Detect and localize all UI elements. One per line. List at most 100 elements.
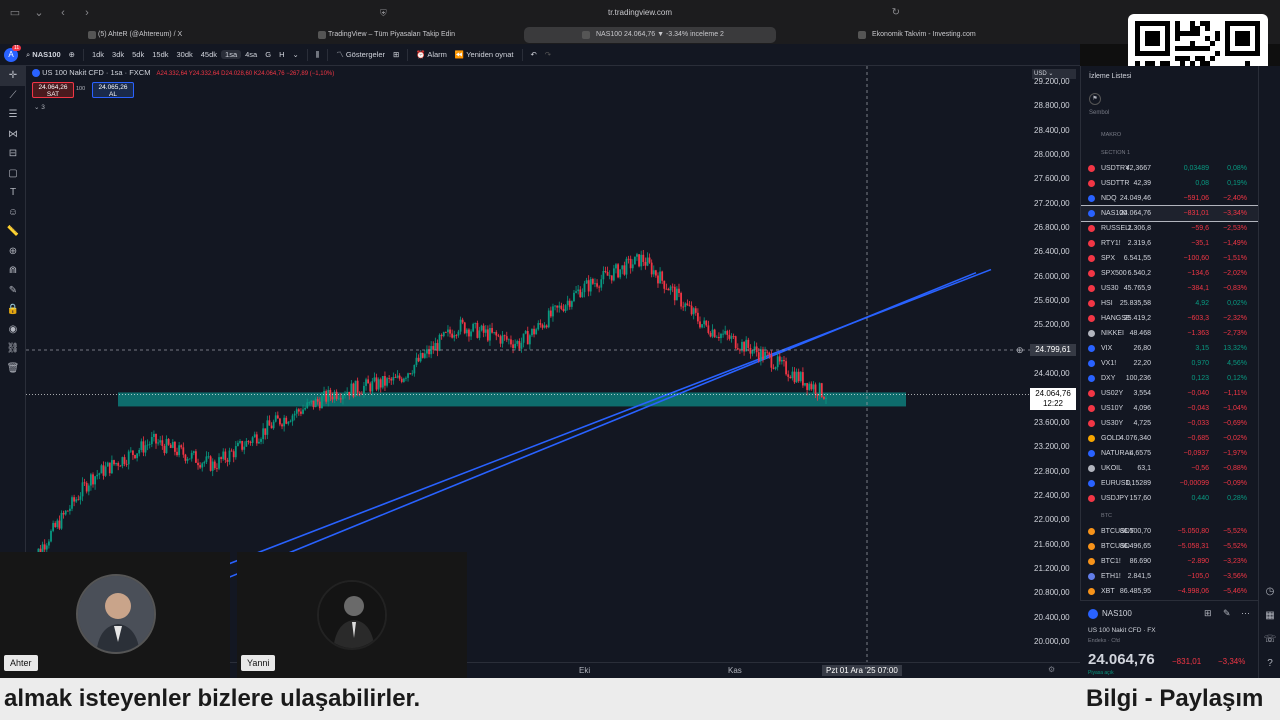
watchlist-row-nikkei[interactable]: NIKKEI 48.468 −1.363 −2,73% [1081, 326, 1259, 341]
trendline-icon[interactable]: ⟋ [0, 86, 26, 106]
section-btc[interactable]: BTC [1101, 513, 1112, 519]
link-icon[interactable]: ⛓ [0, 339, 26, 359]
watchlist-row-us30[interactable]: US30 45.765,9 −384,1 −0,83% [1081, 281, 1259, 296]
participant-name: Yanni [241, 655, 276, 671]
templates-button[interactable]: ⊞ [389, 50, 403, 59]
watchlist-row-dxy[interactable]: DXY 100,236 0,123 0,12% [1081, 371, 1259, 386]
reload-icon[interactable]: ↻ [892, 5, 900, 21]
watchlist-row-hangse[interactable]: HANGSE 25.419,2 −603,3 −2,32% [1081, 311, 1259, 326]
watchlist-row-eurusd[interactable]: EURUSD 1,15289 −0,00099 −0,09% [1081, 476, 1259, 491]
calendar-icon[interactable]: ▦ [1259, 604, 1280, 628]
symbol-search[interactable]: ⌕ NAS100 [22, 50, 65, 60]
sidebar-toggle-icon[interactable]: ▭ [6, 6, 24, 20]
interval-30dk[interactable]: 30dk [173, 50, 197, 59]
interval-1sa[interactable]: 1sa [221, 50, 242, 59]
alarm-button[interactable]: ⏰ Alarm [412, 50, 451, 59]
watchlist-row-russell[interactable]: RUSSELL 2.306,8 −59,6 −2,53% [1081, 221, 1259, 236]
grid-icon[interactable]: ⊞ [1204, 608, 1212, 619]
watchlist-row-us10y[interactable]: US10Y 4,096 −0,043 −1,04% [1081, 401, 1259, 416]
fib-icon[interactable]: ☰ [0, 105, 26, 125]
tab-nas100[interactable]: NAS100 24.064,76 ▼ -3.34% inceleme 2 [524, 27, 776, 43]
chat-icon[interactable]: ☏ [1259, 628, 1280, 652]
text-icon[interactable]: T [0, 183, 26, 203]
watchlist-row-us30y[interactable]: US30Y 4,725 −0,033 −0,69% [1081, 416, 1259, 431]
candle-body [543, 325, 546, 328]
zoom-icon[interactable]: ⊕ [0, 242, 26, 262]
watchlist-row-xbt[interactable]: XBT 86.485,95 −4.998,06 −5,46% [1081, 584, 1259, 599]
watchlist-row-usdjpy[interactable]: USDJPY 157,60 0,440 0,28% [1081, 491, 1259, 506]
watchlist-row-btcusdt[interactable]: BTCUSDT 86.500,70 −5.050,80 −5,52% [1081, 524, 1259, 539]
more-icon[interactable]: ⋯ [1241, 608, 1250, 619]
tab-investing[interactable]: Ekonomik Takvim - Investing.com [790, 27, 1030, 43]
watchlist-row-natural[interactable]: NATURAL 4,6575 −0,0937 −1,97% [1081, 446, 1259, 461]
row-last: 6.541,55 [1123, 255, 1151, 262]
back-icon[interactable]: ‹ [54, 6, 72, 20]
indicators-toggle[interactable]: ⌄ 3 [34, 103, 45, 111]
watchlist-row-spx[interactable]: SPX 6.541,55 −100,60 −1,51% [1081, 251, 1259, 266]
interval-h[interactable]: H [275, 50, 288, 59]
settings-icon[interactable]: ⚙ [1048, 665, 1055, 674]
watchlist-row-vix[interactable]: VIX 26,80 3,15 13,32% [1081, 341, 1259, 356]
section-1[interactable]: SECTION 1 [1101, 150, 1130, 156]
replay-button[interactable]: ⏪ Yeniden oynat [451, 50, 518, 59]
trash-icon[interactable]: 🗑 [0, 359, 26, 379]
interval-3dk[interactable]: 3dk [108, 50, 128, 59]
edit-icon[interactable]: ✎ [1223, 608, 1231, 619]
candle-body [600, 279, 603, 288]
details-price: 24.064,76 [1088, 651, 1155, 668]
interval-1dk[interactable]: 1dk [88, 50, 108, 59]
interval-g[interactable]: G [261, 50, 275, 59]
user-avatar[interactable]: A 11 [0, 44, 22, 62]
watchlist-row-nas100[interactable]: NAS100 24.064,76 −831,01 −3,34% [1081, 205, 1260, 222]
indicators-button[interactable]: 〽 Göstergeler [332, 49, 389, 60]
watchlist-row-ukoil[interactable]: UKOIL 63,1 −0,56 −0,88% [1081, 461, 1259, 476]
pencil-icon[interactable]: ✎ [0, 281, 26, 301]
watchlist-row-usdtry[interactable]: USDTRY 42,3667 0,03489 0,08% [1081, 161, 1259, 176]
clock-icon[interactable]: ◷ [1259, 580, 1280, 604]
eye-icon[interactable]: ◉ [0, 320, 26, 340]
section-makro[interactable]: MAKRO [1101, 132, 1121, 138]
price-axis[interactable]: USD ⌄ 29.200,00 28.800,00 28.400,00 28.000,… [1030, 66, 1080, 662]
watchlist-row-ndq[interactable]: NDQ 24.049,46 −591,06 −2,40% [1081, 191, 1259, 206]
add-symbol-button[interactable]: ⊕ [65, 50, 79, 59]
address-bar[interactable]: ⛨ tr.tradingview.com ↻ [380, 5, 900, 21]
column-symbol[interactable]: Sembol [1089, 110, 1109, 116]
watchlist-title[interactable]: İzleme Listesi [1089, 73, 1131, 80]
help-icon[interactable]: ? [1259, 652, 1280, 676]
watchlist-row-gold[interactable]: GOLD 4.076,340 −0,685 −0,02% [1081, 431, 1259, 446]
magnet-icon[interactable]: ⋒ [0, 261, 26, 281]
projection-icon[interactable]: ⊟ [0, 144, 26, 164]
watchlist-row-btcusd[interactable]: BTCUSD 86.496,65 −5.058,31 −5,52% [1081, 539, 1259, 554]
tab-tradingview[interactable]: TradingView – Tüm Piyasaları Takip Edin [314, 27, 504, 43]
watchlist-row-eth1![interactable]: ETH1! 2.841,5 −105,0 −3,56% [1081, 569, 1259, 584]
tab-x[interactable]: (5) AhteR (@Ahtereum) / X [84, 27, 294, 43]
ruler-icon[interactable]: 📏 [0, 222, 26, 242]
interval-5dk[interactable]: 5dk [128, 50, 148, 59]
interval-15dk[interactable]: 15dk [148, 50, 172, 59]
shapes-icon[interactable]: ▢ [0, 164, 26, 184]
interval-dropdown[interactable]: ⌄ [288, 50, 302, 59]
chevron-down-icon[interactable]: ⌄ [30, 6, 48, 20]
crosshair-icon[interactable]: ✛ [0, 66, 26, 86]
watchlist-row-hsi[interactable]: HSI 25.835,58 4,92 0,02% [1081, 296, 1259, 311]
watchlist-row-vx1![interactable]: VX1! 22,20 0,970 4,56% [1081, 356, 1259, 371]
chart-type-button[interactable]: ⫼ [312, 50, 323, 60]
buy-button[interactable]: 24.065,26 AL [92, 82, 134, 98]
interval-45dk[interactable]: 45dk [197, 50, 221, 59]
watchlist-row-rty1![interactable]: RTY1! 2.319,6 −35,1 −1,49% [1081, 236, 1259, 251]
watchlist-row-spx500[interactable]: SPX500 6.540,2 −134,6 −2,02% [1081, 266, 1259, 281]
forward-icon[interactable]: › [78, 6, 96, 20]
watchlist-row-btc1![interactable]: BTC1! 86.690 −2.890 −3,23% [1081, 554, 1259, 569]
watchlist-row-usdttr[interactable]: USDTTR 42,39 0,08 0,19% [1081, 176, 1259, 191]
pattern-icon[interactable]: ⋈ [0, 125, 26, 145]
interval-4sa[interactable]: 4sa [241, 50, 261, 59]
undo-button[interactable]: ↶ [527, 50, 541, 59]
add-alert-icon[interactable]: ⊕ [1016, 344, 1028, 356]
sell-button[interactable]: 24.064,26 SAT [32, 82, 74, 98]
redo-button[interactable]: ↷ [541, 50, 555, 59]
lock-icon[interactable]: 🔒 [0, 300, 26, 320]
icons-icon[interactable]: ☺ [0, 203, 26, 223]
flag-icon[interactable]: ⚑ [1089, 93, 1101, 105]
details-symbol[interactable]: NAS100 [1102, 609, 1132, 618]
watchlist-row-us02y[interactable]: US02Y 3,554 −0,040 −1,11% [1081, 386, 1259, 401]
